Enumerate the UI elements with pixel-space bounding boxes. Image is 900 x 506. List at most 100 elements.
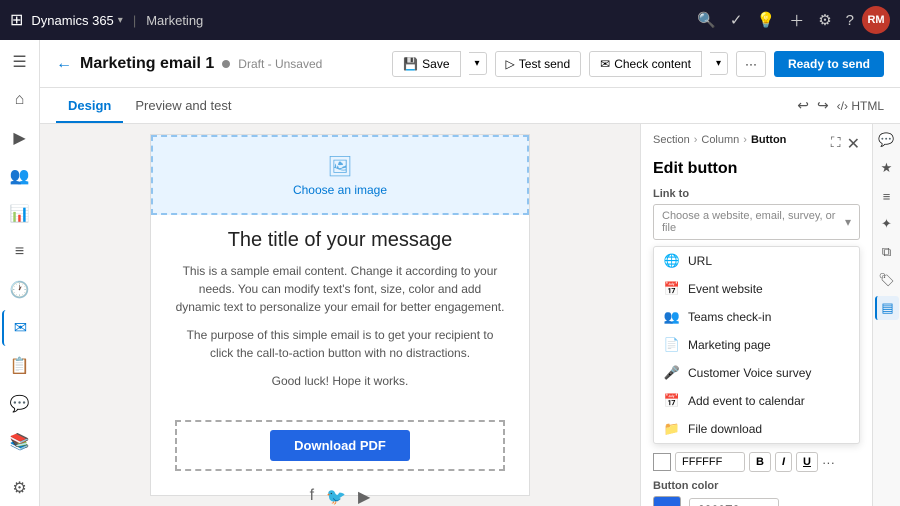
back-button[interactable]: ← <box>56 55 72 73</box>
link-event-website[interactable]: 📅 Event website <box>654 275 859 303</box>
panel-icon-chat[interactable]: 💬 <box>875 128 899 152</box>
email-body-text-3: Good luck! Hope it works. <box>175 372 505 390</box>
help-icon[interactable]: ? <box>846 12 854 29</box>
sidebar-item-lists[interactable]: ≡ <box>2 234 38 270</box>
button-color-swatch[interactable] <box>653 496 681 506</box>
panel-icon-layers[interactable]: ⧉ <box>875 240 899 264</box>
sidebar-item-home[interactable]: ⌂ <box>2 82 38 118</box>
breadcrumb-section[interactable]: Section <box>653 134 690 146</box>
lightbulb-icon[interactable]: 💡 <box>757 11 776 29</box>
sidebar-item-chat[interactable]: 💬 <box>2 386 38 422</box>
plus-icon[interactable]: ＋ <box>789 10 804 31</box>
sidebar-item-settings[interactable]: ⚙ <box>2 470 38 506</box>
user-avatar[interactable]: RM <box>862 6 890 34</box>
main-area: ← Marketing email 1 Draft - Unsaved 💾 Sa… <box>40 40 900 506</box>
youtube-icon[interactable]: ▶ <box>358 487 370 506</box>
sidebar-item-menu[interactable]: ☰ <box>2 44 38 80</box>
check-content-button[interactable]: ✉ Check content <box>589 51 702 77</box>
app-chevron-icon: ▾ <box>118 15 123 26</box>
bold-button[interactable]: B <box>749 452 771 472</box>
content-area: 🖼 Choose an image The title of your mess… <box>40 124 900 506</box>
save-button[interactable]: 💾 Save <box>392 51 460 77</box>
test-send-button[interactable]: ▷ Test send <box>495 51 582 77</box>
facebook-icon[interactable]: f <box>310 487 314 506</box>
ready-to-send-button[interactable]: Ready to send <box>774 51 884 77</box>
text-color-swatch[interactable] <box>653 453 671 471</box>
link-teams-checkin[interactable]: 👥 Teams check-in <box>654 303 859 331</box>
apps-grid-icon[interactable]: ⊞ <box>10 10 23 30</box>
link-marketing-page[interactable]: 📄 Marketing page <box>654 331 859 359</box>
sidebar-item-timeline[interactable]: 🕐 <box>2 272 38 308</box>
tab-design[interactable]: Design <box>56 90 123 123</box>
link-type-dropdown: 🌐 URL 📅 Event website 👥 Teams check-in 📄… <box>653 246 860 444</box>
sidebar-item-segments[interactable]: 📊 <box>2 196 38 232</box>
email-button-wrapper: Download PDF <box>175 420 505 471</box>
check-content-icon: ✉ <box>600 57 610 71</box>
tab-bar: Design Preview and test ↩ ↪ ‹/› HTML <box>40 88 900 124</box>
button-color-label: Button color <box>653 480 860 492</box>
close-panel-button[interactable]: ✕ <box>847 134 860 154</box>
redo-button[interactable]: ↪ <box>817 97 829 114</box>
nav-icon-group: 🔍 ✓ 💡 ＋ ⚙ ? <box>697 10 854 31</box>
calendar-icon: 📅 <box>664 393 680 409</box>
html-button[interactable]: ‹/› HTML <box>837 99 884 113</box>
search-icon[interactable]: 🔍 <box>697 11 716 29</box>
text-color-hex-input[interactable] <box>675 452 745 472</box>
sidebar-item-library[interactable]: 📚 <box>2 424 38 460</box>
panel-header: Edit button <box>653 160 860 178</box>
settings-icon[interactable]: ⚙ <box>818 11 831 29</box>
panel-icon-list[interactable]: ≡ <box>875 184 899 208</box>
breadcrumb: Section › Column › Button <box>653 134 786 146</box>
email-image-block[interactable]: 🖼 Choose an image <box>151 135 529 215</box>
select-chevron-icon: ▾ <box>845 215 851 229</box>
link-to-label: Link to <box>653 188 860 200</box>
check-dropdown-button[interactable]: ▾ <box>710 52 728 75</box>
right-panel: Section › Column › Button ⛶ ✕ Edit butto… <box>640 124 900 506</box>
panel-icon-star[interactable]: ★ <box>875 156 899 180</box>
breadcrumb-column[interactable]: Column <box>701 134 739 146</box>
module-name: Marketing <box>146 13 203 28</box>
sidebar-item-contacts[interactable]: 👥 <box>2 158 38 194</box>
email-body-text-2: The purpose of this simple email is to g… <box>175 326 505 362</box>
button-color-hex-input[interactable] <box>689 498 779 506</box>
link-add-event[interactable]: 📅 Add event to calendar <box>654 387 859 415</box>
panel-icon-format[interactable]: ▤ <box>875 296 899 320</box>
twitter-icon[interactable]: 🐦 <box>326 487 346 506</box>
event-website-icon: 📅 <box>664 281 680 297</box>
button-color-row <box>653 496 860 506</box>
email-wrapper: 🖼 Choose an image The title of your mess… <box>150 134 530 496</box>
link-file-download[interactable]: 📁 File download <box>654 415 859 443</box>
link-url[interactable]: 🌐 URL <box>654 247 859 275</box>
sidebar-item-email[interactable]: ✉ <box>2 310 38 346</box>
panel-side-icons: 💬 ★ ≡ ✦ ⧉ 🏷 ▤ <box>872 124 900 506</box>
italic-button[interactable]: I <box>775 452 792 472</box>
breadcrumb-button[interactable]: Button <box>751 134 786 146</box>
page-title: Marketing email 1 <box>80 55 214 73</box>
email-title: The title of your message <box>175 229 505 252</box>
test-icon: ▷ <box>506 57 515 71</box>
social-icons: f 🐦 ▶ <box>151 477 529 506</box>
more-options-button[interactable]: ··· <box>736 51 766 77</box>
save-dropdown-button[interactable]: ▾ <box>469 52 487 75</box>
check-icon[interactable]: ✓ <box>730 11 743 29</box>
panel-title: Edit button <box>653 160 737 178</box>
survey-icon: 🎤 <box>664 365 680 381</box>
link-customer-voice[interactable]: 🎤 Customer Voice survey <box>654 359 859 387</box>
undo-button[interactable]: ↩ <box>797 97 809 114</box>
sidebar: ☰ ⌂ ▶ 👥 📊 ≡ 🕐 ✉ 📋 💬 📚 ⚙ <box>0 40 40 506</box>
underline-button[interactable]: U <box>796 452 818 472</box>
more-format-button[interactable]: ··· <box>822 455 835 470</box>
panel-icon-magic[interactable]: ✦ <box>875 212 899 236</box>
text-format-toolbar: B I U ··· <box>653 452 860 472</box>
save-icon: 💾 <box>403 57 418 71</box>
expand-panel-icon[interactable]: ⛶ <box>831 134 841 154</box>
sidebar-item-play[interactable]: ▶ <box>2 120 38 156</box>
app-logo: Dynamics 365 ▾ <box>31 13 122 28</box>
tab-preview[interactable]: Preview and test <box>123 90 243 123</box>
top-navigation: ⊞ Dynamics 365 ▾ | Marketing 🔍 ✓ 💡 ＋ ⚙ ?… <box>0 0 900 40</box>
email-cta-button[interactable]: Download PDF <box>270 430 410 461</box>
panel-inner: Section › Column › Button ⛶ ✕ Edit butto… <box>641 124 872 506</box>
link-to-select[interactable]: Choose a website, email, survey, or file… <box>653 204 860 240</box>
panel-icon-tag[interactable]: 🏷 <box>875 268 899 292</box>
sidebar-item-forms[interactable]: 📋 <box>2 348 38 384</box>
